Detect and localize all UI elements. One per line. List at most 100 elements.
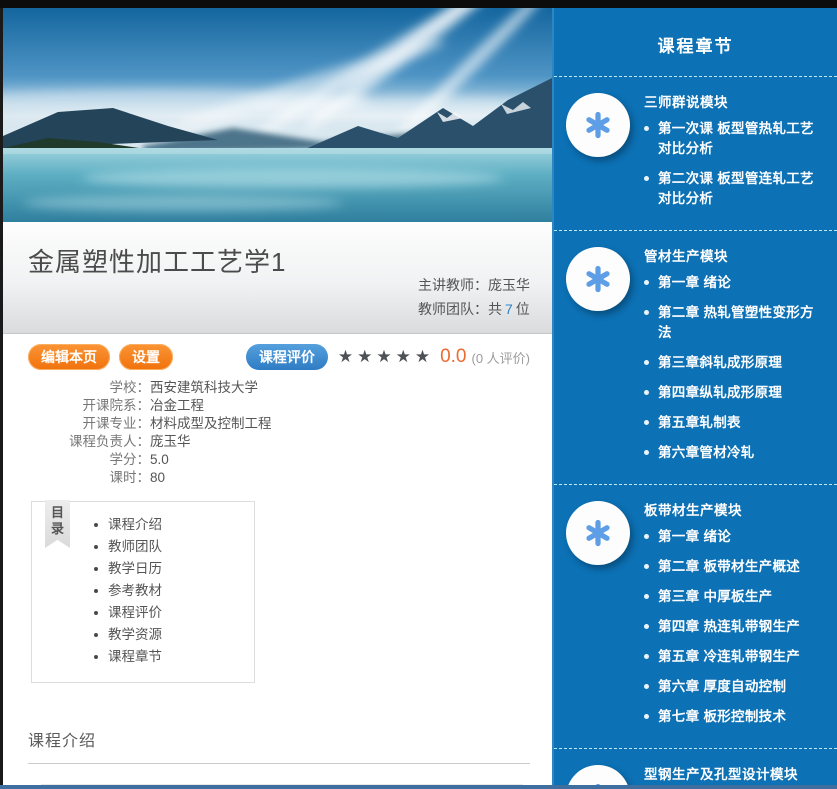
lead-teacher-line: 主讲教师：庞玉华	[418, 273, 530, 297]
toc-item[interactable]: 教学资源	[94, 624, 254, 646]
chapter-item-label: 第四章 热连轧带钢生产	[658, 617, 800, 637]
toc-item-label: 教学资源	[108, 624, 162, 646]
module-text: 板带材生产模块 第一章 绪论 第二章	[644, 498, 823, 737]
bullet-icon	[644, 654, 649, 659]
bullet-icon	[94, 655, 98, 659]
star-icons: ★★★★★	[338, 347, 434, 367]
settings-button[interactable]: 设置	[119, 344, 173, 370]
chapter-item[interactable]: 第四章纵轧成形原理	[644, 383, 823, 403]
rating-score: 0.0	[440, 346, 466, 368]
chapter-item-label: 第六章管材冷轧	[658, 443, 755, 463]
detail-row: 学分： 5.0	[28, 451, 530, 469]
edit-page-button[interactable]: 编辑本页	[28, 344, 110, 370]
teacher-info: 主讲教师：庞玉华 教师团队：共7位	[418, 273, 530, 321]
asterisk-icon	[583, 264, 613, 294]
chapter-item-label: 第二次课 板型管连轧工艺对比分析	[658, 169, 823, 209]
chapter-item[interactable]: 第二章 热轧管塑性变形方法	[644, 303, 823, 343]
module-badge-col	[566, 244, 644, 473]
chapter-item[interactable]: 第三章斜轧成形原理	[644, 353, 823, 373]
module-title[interactable]: 三师群说模块	[644, 91, 823, 111]
module-title[interactable]: 型钢生产及孔型设计模块	[644, 763, 823, 783]
course-review-button[interactable]: 课程评价	[246, 344, 328, 370]
detail-value: 5.0	[150, 451, 169, 469]
detail-value: 80	[150, 469, 165, 487]
chapter-item[interactable]: 第三章 中厚板生产	[644, 587, 823, 607]
course-page: 金属塑性加工工艺学1 主讲教师：庞玉华 教师团队：共7位 编辑本页 设置 课程评…	[0, 0, 837, 789]
module-text: 三师群说模块 第一次课 板型管热轧工艺对比分析	[644, 90, 823, 219]
course-cover-image	[3, 8, 552, 222]
toc-item[interactable]: 课程评价	[94, 602, 254, 624]
detail-value: 冶金工程	[150, 397, 204, 415]
bullet-icon	[644, 310, 649, 315]
detail-row: 课程负责人： 庞玉华	[28, 433, 530, 451]
bullet-icon	[644, 564, 649, 569]
chapter-item-label: 第二章 板带材生产概述	[658, 557, 800, 577]
module-text: 管材生产模块 第一章 绪论 第二章 热	[644, 244, 823, 473]
intro-section: 课程介绍	[28, 727, 530, 789]
chapter-module: 管材生产模块 第一章 绪论 第二章 热	[554, 231, 837, 485]
chapter-item[interactable]: 第六章管材冷轧	[644, 443, 823, 463]
chapter-item-label: 第五章轧制表	[658, 413, 741, 433]
bullet-icon	[94, 611, 98, 615]
chapter-module: 三师群说模块 第一次课 板型管热轧工艺对比分析	[554, 77, 837, 231]
chapter-item-label: 第二章 热轧管塑性变形方法	[658, 303, 823, 343]
bullet-icon	[644, 360, 649, 365]
detail-row: 开课专业： 材料成型及控制工程	[28, 415, 530, 433]
toc-item-label: 参考教材	[108, 580, 162, 602]
bullet-icon	[94, 589, 98, 593]
chapter-item[interactable]: 第七章 板形控制技术	[644, 707, 823, 727]
asterisk-icon	[583, 110, 613, 140]
chapter-item-label: 第一章 绪论	[658, 527, 731, 547]
module-items: 第一章 绪论 第二章 板带材生产概述 第三章 中厚板生产	[644, 527, 823, 727]
toc-item[interactable]: 参考教材	[94, 580, 254, 602]
chapter-item[interactable]: 第六章 厚度自动控制	[644, 677, 823, 697]
detail-row: 学校： 西安建筑科技大学	[28, 379, 530, 397]
toc-box: 目录 课程介绍 教师团队	[31, 501, 255, 683]
detail-label: 课时：	[28, 469, 150, 487]
chapters-sidebar: 课程章节	[552, 8, 837, 789]
chapter-item[interactable]: 第五章轧制表	[644, 413, 823, 433]
toc-item-label: 课程评价	[108, 602, 162, 624]
detail-value: 西安建筑科技大学	[150, 379, 258, 397]
chapter-item[interactable]: 第四章 热连轧带钢生产	[644, 617, 823, 637]
sidebar-title: 课程章节	[554, 8, 837, 77]
chapter-item-label: 第一次课 板型管热轧工艺对比分析	[658, 119, 823, 159]
detail-value: 庞玉华	[150, 433, 191, 451]
toc-item[interactable]: 教学日历	[94, 558, 254, 580]
sidebar-modules: 三师群说模块 第一次课 板型管热轧工艺对比分析	[554, 77, 837, 789]
bullet-icon	[94, 633, 98, 637]
bullet-icon	[644, 450, 649, 455]
chapter-item[interactable]: 第二次课 板型管连轧工艺对比分析	[644, 169, 823, 209]
bullet-icon	[644, 280, 649, 285]
detail-label: 开课专业：	[28, 415, 150, 433]
detail-label: 学校：	[28, 379, 150, 397]
toc-item[interactable]: 课程介绍	[94, 514, 254, 536]
bullet-icon	[644, 420, 649, 425]
course-content: 编辑本页 设置 课程评价 ★★★★★ 0.0 (0 人评价) 学校： 西安建筑科…	[3, 344, 552, 789]
module-title[interactable]: 管材生产模块	[644, 245, 823, 265]
module-title[interactable]: 板带材生产模块	[644, 499, 823, 519]
chapter-item[interactable]: 第五章 冷连轧带钢生产	[644, 647, 823, 667]
bullet-icon	[644, 714, 649, 719]
chapter-item[interactable]: 第一章 绪论	[644, 527, 823, 547]
detail-label: 开课院系：	[28, 397, 150, 415]
rating-count: (0 人评价)	[471, 348, 530, 367]
bullet-icon	[644, 594, 649, 599]
toc-item-label: 课程介绍	[108, 514, 162, 536]
toc-item-label: 教师团队	[108, 536, 162, 558]
toc-item[interactable]: 课程章节	[94, 646, 254, 668]
chapter-module: 型钢生产及孔型设计模块	[554, 749, 837, 789]
module-badge-col	[566, 90, 644, 219]
asterisk-icon	[583, 518, 613, 548]
chapter-item[interactable]: 第一章 绪论	[644, 273, 823, 293]
module-badge	[566, 247, 630, 311]
detail-label: 学分：	[28, 451, 150, 469]
toc-list: 课程介绍 教师团队 教学日历	[94, 514, 254, 668]
bullet-icon	[644, 534, 649, 539]
detail-label: 课程负责人：	[28, 433, 150, 451]
module-badge	[566, 501, 630, 565]
toc-item[interactable]: 教师团队	[94, 536, 254, 558]
chapter-item[interactable]: 第一次课 板型管热轧工艺对比分析	[644, 119, 823, 159]
chapter-item[interactable]: 第二章 板带材生产概述	[644, 557, 823, 577]
bullet-icon	[94, 523, 98, 527]
